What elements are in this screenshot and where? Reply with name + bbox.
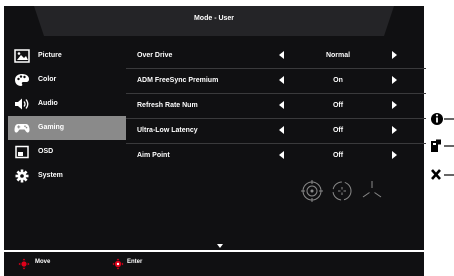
menu-item-picture[interactable]: Picture — [8, 44, 126, 68]
input-source-icon — [431, 139, 454, 152]
setting-over-drive[interactable]: Over Drive Normal — [128, 44, 420, 68]
arrow-left-icon[interactable] — [279, 101, 284, 109]
setting-ultra-low-latency[interactable]: Ultra-Low Latency Off — [128, 119, 420, 143]
palette-icon — [15, 74, 29, 86]
menu-item-audio[interactable]: Audio — [8, 92, 126, 116]
setting-value: Off — [332, 152, 344, 159]
menu-item-system[interactable]: System — [8, 164, 126, 188]
arrow-right-icon[interactable] — [392, 101, 397, 109]
osd-icon — [15, 145, 29, 159]
menu-item-label: Picture — [38, 52, 62, 59]
hint-enter-label: Enter — [127, 259, 143, 265]
setting-value: Normal — [325, 52, 351, 59]
menu-item-label: Audio — [38, 100, 58, 107]
scroll-down-icon[interactable] — [217, 244, 223, 248]
menu-item-color[interactable]: Color — [8, 68, 126, 92]
menu-item-osd[interactable]: OSD — [8, 140, 126, 164]
hotkey-close[interactable] — [428, 166, 454, 184]
info-icon — [431, 113, 454, 125]
hotkey-info[interactable] — [428, 110, 454, 128]
close-icon — [431, 169, 454, 180]
joystick-press-icon — [112, 258, 124, 270]
setting-aim-point[interactable]: Aim Point Off — [128, 144, 420, 168]
joystick-move-icon — [18, 258, 30, 270]
arrow-right-icon[interactable] — [392, 126, 397, 134]
dotted-circle-icon[interactable] — [332, 181, 352, 201]
picture-icon — [14, 49, 30, 63]
setting-label: Ultra-Low Latency — [137, 127, 198, 134]
setting-adm-freesync-premium[interactable]: ADM FreeSync Premium On — [128, 69, 420, 93]
setting-label: Aim Point — [137, 152, 170, 159]
setting-refresh-rate-num[interactable]: Refresh Rate Num Off — [128, 94, 420, 118]
arrow-right-icon[interactable] — [392, 151, 397, 159]
menu-item-label: Gaming — [38, 124, 65, 131]
hint-bar: Move Enter — [4, 252, 424, 276]
hotkey-input-source[interactable] — [428, 137, 454, 155]
setting-label: Over Drive — [137, 52, 173, 59]
tri-line-icon[interactable] — [362, 181, 382, 198]
circle-crosshair-icon[interactable] — [301, 180, 323, 202]
speaker-icon — [15, 98, 29, 110]
arrow-left-icon[interactable] — [279, 151, 284, 159]
aim-point-style-picker — [301, 180, 382, 202]
menu-item-gaming[interactable]: Gaming — [8, 116, 126, 140]
title-bar: Mode - User — [34, 6, 394, 36]
osd-menu-panel: Mode - User Picture Color Audio Gaming O… — [4, 6, 426, 250]
menu-item-label: OSD — [38, 148, 54, 155]
arrow-right-icon[interactable] — [392, 51, 397, 59]
hint-move-label: Move — [35, 259, 51, 265]
menu-item-label: System — [38, 172, 63, 179]
menu-item-label: Color — [38, 76, 57, 83]
arrow-left-icon[interactable] — [279, 76, 284, 84]
arrow-left-icon[interactable] — [279, 126, 284, 134]
arrow-left-icon[interactable] — [279, 51, 284, 59]
setting-value: Off — [332, 127, 344, 134]
setting-value: On — [333, 77, 343, 84]
page-title: Mode - User — [193, 15, 235, 22]
arrow-right-icon[interactable] — [392, 76, 397, 84]
setting-value: Off — [332, 102, 344, 109]
setting-label: ADM FreeSync Premium — [137, 77, 219, 84]
gear-icon — [15, 169, 29, 183]
setting-label: Refresh Rate Num — [137, 102, 198, 109]
gamepad-icon — [14, 124, 30, 133]
